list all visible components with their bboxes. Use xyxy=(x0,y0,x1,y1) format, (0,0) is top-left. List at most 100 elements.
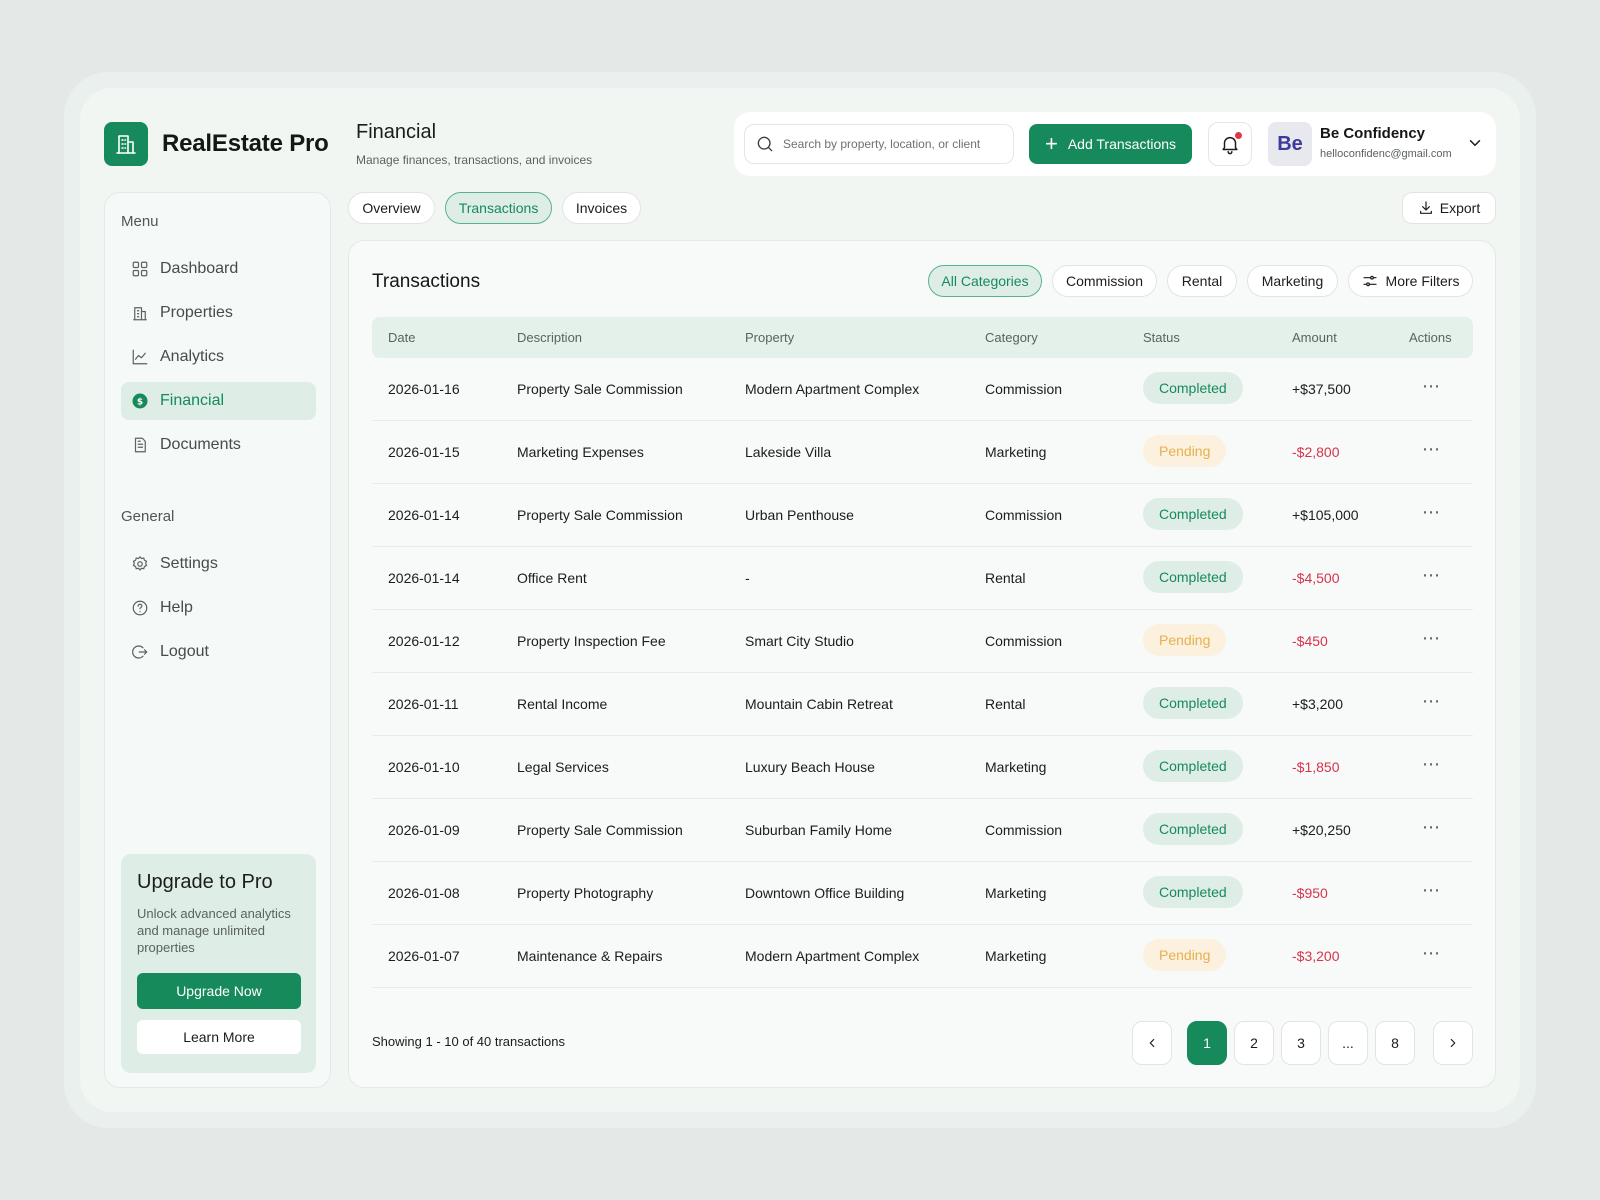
brand-name: RealEstate Pro xyxy=(162,130,329,157)
logout-icon xyxy=(130,642,150,662)
cell-property: Urban Penthouse xyxy=(745,507,854,523)
sliders-icon xyxy=(1362,275,1377,287)
cell-description: Property Sale Commission xyxy=(517,822,683,838)
filter-marketing[interactable]: Marketing xyxy=(1247,265,1338,297)
more-actions-icon[interactable]: ⋯ xyxy=(1422,565,1441,586)
sidebar-item-logout[interactable]: Logout xyxy=(121,633,316,671)
page-button[interactable]: 1 xyxy=(1187,1021,1227,1065)
column-header-amount[interactable]: Amount xyxy=(1292,330,1337,345)
user-name[interactable]: Be Confidency xyxy=(1320,125,1425,142)
user-email: helloconfidenc@gmail.com xyxy=(1320,148,1452,160)
next-page-button[interactable] xyxy=(1433,1021,1473,1065)
cell-description: Legal Services xyxy=(517,759,609,775)
sidebar-item-label: Analytics xyxy=(160,348,225,365)
more-actions-icon[interactable]: ⋯ xyxy=(1422,376,1441,397)
notifications-button[interactable] xyxy=(1208,122,1252,166)
sidebar-item-financial[interactable]: $ Financial xyxy=(121,382,316,420)
column-header-actions: Actions xyxy=(1409,330,1452,345)
upgrade-card: Upgrade to Pro Unlock advanced analytics… xyxy=(121,854,316,1073)
export-label: Export xyxy=(1439,200,1481,216)
table-row[interactable]: 2026-01-14 Property Sale Commission Urban … xyxy=(372,484,1473,547)
cell-category: Commission xyxy=(985,822,1063,838)
top-bar: Search by property, location, or client … xyxy=(734,112,1496,176)
sidebar-item-properties[interactable]: Properties xyxy=(121,294,316,332)
table-row[interactable]: 2026-01-14 Office Rent - Rental Completed -$4… xyxy=(372,547,1473,610)
table-row[interactable]: 2026-01-16 Property Sale Commission Modern… xyxy=(372,358,1473,421)
cell-date: 2026-01-12 xyxy=(388,633,460,649)
cell-property: Luxury Beach House xyxy=(745,759,875,775)
status-badge: Completed xyxy=(1143,372,1243,404)
cell-category: Rental xyxy=(985,696,1026,712)
more-actions-icon[interactable]: ⋯ xyxy=(1422,880,1441,901)
filter-all-categories[interactable]: All Categories xyxy=(928,265,1042,297)
tab-invoices[interactable]: Invoices xyxy=(562,192,641,224)
cell-date: 2026-01-08 xyxy=(388,885,460,901)
more-actions-icon[interactable]: ⋯ xyxy=(1422,439,1441,460)
table-row[interactable]: 2026-01-08 Property Photography Downtown O… xyxy=(372,862,1473,925)
cell-property: Mountain Cabin Retreat xyxy=(745,696,893,712)
cell-amount: -$450 xyxy=(1292,633,1328,649)
cell-amount: +$20,250 xyxy=(1292,822,1351,838)
table-body: 2026-01-16 Property Sale Commission Modern… xyxy=(372,358,1473,988)
chevron-down-icon[interactable] xyxy=(1466,134,1484,152)
cell-property: Modern Apartment Complex xyxy=(745,948,920,964)
chevron-left-icon xyxy=(1149,1038,1155,1048)
add-transactions-label: Add Transactions xyxy=(1067,136,1177,152)
previous-page-button[interactable] xyxy=(1132,1021,1172,1065)
column-header-date[interactable]: Date xyxy=(388,330,415,345)
table-row[interactable]: 2026-01-09 Property Sale Commission Suburb… xyxy=(372,799,1473,862)
cell-description: Property Sale Commission xyxy=(517,381,683,397)
table-row[interactable]: 2026-01-12 Property Inspection Fee Smart C… xyxy=(372,610,1473,673)
sidebar-item-help[interactable]: Help xyxy=(121,589,316,627)
table-row[interactable]: 2026-01-11 Rental Income Mountain Cabin Re… xyxy=(372,673,1473,736)
sidebar-item-analytics[interactable]: Analytics xyxy=(121,338,316,376)
more-filters-button[interactable]: More Filters xyxy=(1348,265,1473,297)
filter-rental[interactable]: Rental xyxy=(1167,265,1237,297)
table-row[interactable]: 2026-01-15 Marketing Expenses Lakeside Vil… xyxy=(372,421,1473,484)
upgrade-now-button[interactable]: Upgrade Now xyxy=(137,973,301,1009)
cell-description: Marketing Expenses xyxy=(517,444,644,460)
cell-category: Rental xyxy=(985,570,1026,586)
page-button[interactable]: 8 xyxy=(1375,1021,1415,1065)
sidebar-item-settings[interactable]: Settings xyxy=(121,545,316,583)
cell-date: 2026-01-14 xyxy=(388,570,460,586)
export-button[interactable]: Export xyxy=(1402,192,1496,224)
chevron-right-icon xyxy=(1450,1038,1456,1048)
column-header-status[interactable]: Status xyxy=(1143,330,1180,345)
tab-overview[interactable]: Overview xyxy=(348,192,435,224)
sidebar-item-dashboard[interactable]: Dashboard xyxy=(121,250,316,288)
cell-category: Marketing xyxy=(985,885,1047,901)
column-header-category[interactable]: Category xyxy=(985,330,1038,345)
column-header-property[interactable]: Property xyxy=(745,330,794,345)
more-actions-icon[interactable]: ⋯ xyxy=(1422,628,1441,649)
dollar-icon: $ xyxy=(130,391,150,411)
column-header-description[interactable]: Description xyxy=(517,330,582,345)
filter-commission[interactable]: Commission xyxy=(1052,265,1157,297)
learn-more-button[interactable]: Learn More xyxy=(137,1020,301,1054)
cell-date: 2026-01-10 xyxy=(388,759,460,775)
sidebar-item-documents[interactable]: Documents xyxy=(121,426,316,464)
status-badge: Completed xyxy=(1143,750,1243,782)
page-button[interactable]: 2 xyxy=(1234,1021,1274,1065)
svg-text:$: $ xyxy=(137,397,143,407)
cell-property: Smart City Studio xyxy=(745,633,854,649)
table-row[interactable]: 2026-01-10 Legal Services Luxury Beach Hou… xyxy=(372,736,1473,799)
cell-date: 2026-01-11 xyxy=(388,696,459,712)
more-actions-icon[interactable]: ⋯ xyxy=(1422,502,1441,523)
avatar[interactable]: Be xyxy=(1268,122,1312,166)
cell-date: 2026-01-14 xyxy=(388,507,460,523)
cell-description: Maintenance & Repairs xyxy=(517,948,663,964)
more-actions-icon[interactable]: ⋯ xyxy=(1422,691,1441,712)
cell-description: Property Sale Commission xyxy=(517,507,683,523)
page-button[interactable]: 3 xyxy=(1281,1021,1321,1065)
more-actions-icon[interactable]: ⋯ xyxy=(1422,754,1441,775)
brand[interactable]: RealEstate Pro xyxy=(104,122,329,166)
add-transactions-button[interactable]: + Add Transactions xyxy=(1029,124,1192,164)
tab-transactions[interactable]: Transactions xyxy=(445,192,552,224)
grid-icon xyxy=(130,259,150,279)
more-actions-icon[interactable]: ⋯ xyxy=(1422,943,1441,964)
search-input[interactable]: Search by property, location, or client xyxy=(744,124,1014,164)
more-actions-icon[interactable]: ⋯ xyxy=(1422,817,1441,838)
cell-property: Downtown Office Building xyxy=(745,885,905,901)
table-row[interactable]: 2026-01-07 Maintenance & Repairs Modern Ap… xyxy=(372,925,1473,988)
